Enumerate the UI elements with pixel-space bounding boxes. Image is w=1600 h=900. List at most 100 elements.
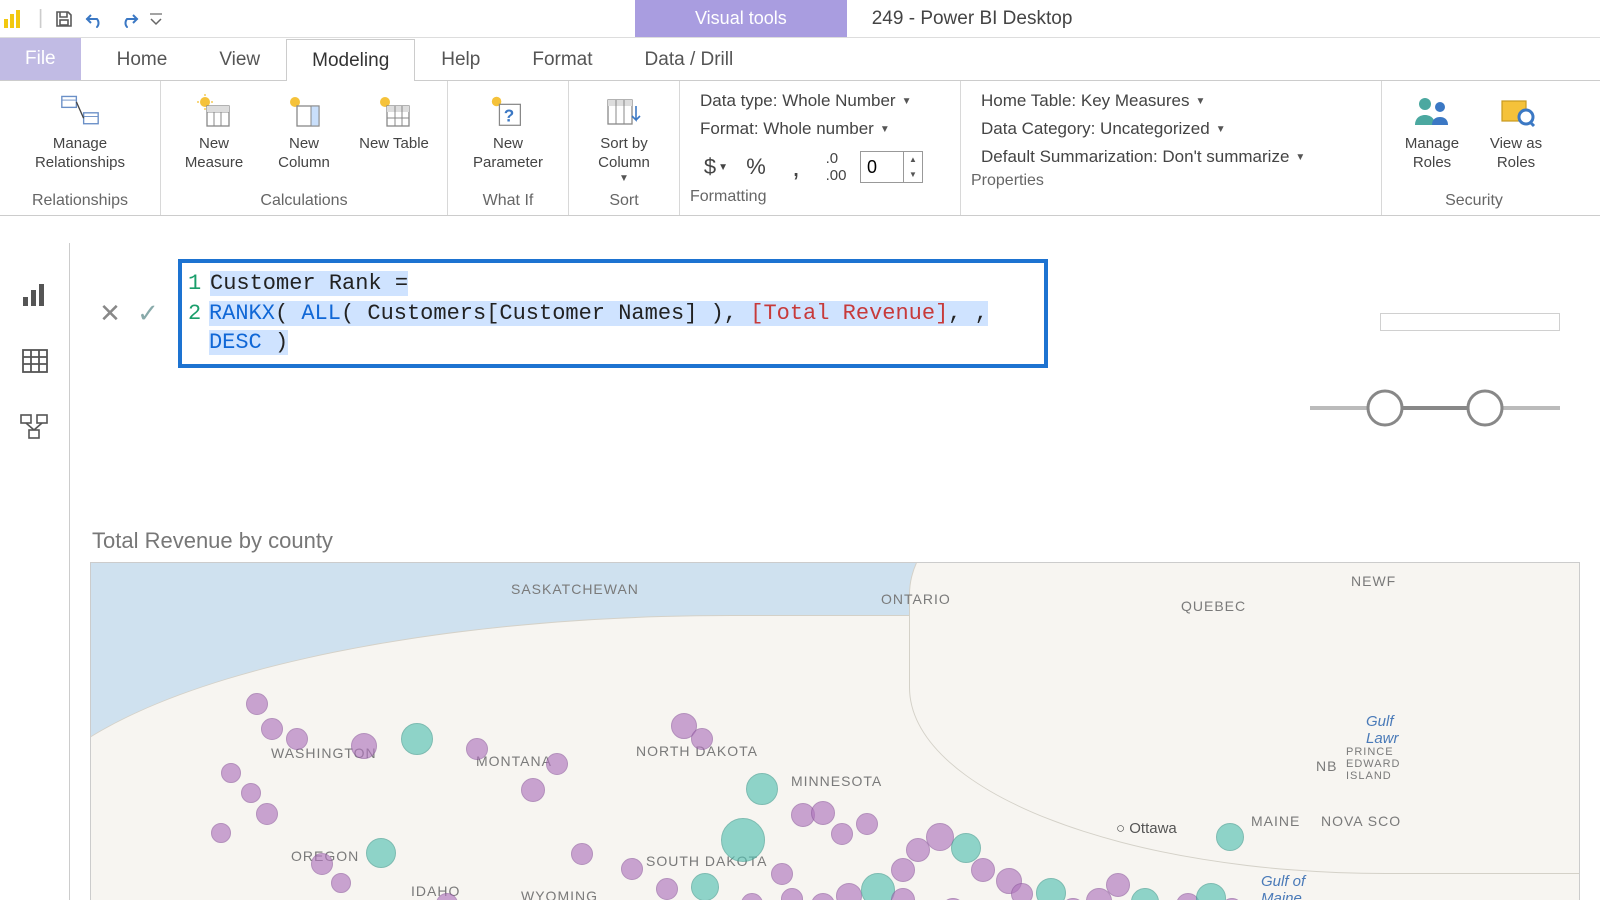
slicer-visual[interactable] <box>1300 373 1570 443</box>
data-category-dropdown[interactable]: Data Category: Uncategorized▼ <box>981 119 1361 139</box>
formula-editor[interactable]: 1 Customer Rank = 2 RANKX( ALL( Customer… <box>178 259 1048 368</box>
sort-icon <box>604 91 644 131</box>
tab-help[interactable]: Help <box>415 38 506 80</box>
map-bubble <box>691 873 719 900</box>
visual-title: Total Revenue by county <box>92 528 1580 554</box>
map-visual[interactable]: SASKATCHEWAN ONTARIO QUEBEC NEWF WASHING… <box>90 562 1580 900</box>
map-bubble <box>246 693 268 715</box>
map-bubble <box>466 738 488 760</box>
chevron-down-icon: ▼ <box>880 124 890 135</box>
formula-bar: ✕ ✓ 1 Customer Rank = 2 RANKX( ALL( Cust… <box>90 259 1580 368</box>
tab-home[interactable]: Home <box>91 38 194 80</box>
group-label-calculations: Calculations <box>260 189 347 213</box>
view-as-roles-button[interactable]: View as Roles <box>1476 87 1556 177</box>
map-label: ONTARIO <box>881 591 951 607</box>
decimal-places-spinner[interactable]: ▲▼ <box>860 151 923 183</box>
map-bubble <box>1036 878 1066 900</box>
map-bubble <box>1106 873 1130 897</box>
formula-text: ( Customers[Customer Names] ) <box>341 301 724 326</box>
app-logo-icon <box>2 8 24 30</box>
map-bubble <box>401 723 433 755</box>
sort-by-column-button[interactable]: Sort by Column ▼ <box>579 87 669 189</box>
formula-commit-button[interactable]: ✓ <box>134 300 162 328</box>
tab-format[interactable]: Format <box>506 38 618 80</box>
group-label-relationships: Relationships <box>32 189 128 213</box>
map-bubble <box>256 803 278 825</box>
data-view-button[interactable] <box>13 339 57 383</box>
formula-text: ) <box>262 330 288 355</box>
qat-customize-button[interactable] <box>145 4 167 34</box>
manage-roles-label: Manage Roles <box>1394 135 1470 173</box>
new-table-button[interactable]: New Table <box>351 87 437 158</box>
data-type-label: Data type: Whole Number <box>700 91 896 111</box>
map-bubble <box>521 778 545 802</box>
workspace: ✕ ✓ 1 Customer Rank = 2 RANKX( ALL( Cust… <box>0 243 1600 900</box>
map-label: PRINCE EDWARD ISLAND <box>1346 746 1416 782</box>
data-type-dropdown[interactable]: Data type: Whole Number▼ <box>700 91 940 111</box>
map-bubble <box>546 753 568 775</box>
document-title: 249 - Power BI Desktop <box>847 0 1600 37</box>
map-bubble <box>1216 823 1244 851</box>
map-label: NB <box>1316 758 1337 774</box>
redo-button[interactable] <box>113 4 143 34</box>
new-column-icon <box>284 91 324 131</box>
new-measure-icon <box>194 91 234 131</box>
map-sea-label: Gulf of Maine <box>1261 873 1331 900</box>
spinner-down[interactable]: ▼ <box>904 167 922 182</box>
map-bubble <box>311 853 333 875</box>
manage-roles-button[interactable]: Manage Roles <box>1392 87 1472 177</box>
map-bubble <box>1011 883 1033 900</box>
ribbon-group-relationships: Manage Relationships Relationships <box>0 81 161 215</box>
new-column-button[interactable]: New Column <box>261 87 347 177</box>
roles-icon <box>1412 91 1452 131</box>
chevron-down-icon: ▼ <box>1196 96 1206 107</box>
relationships-icon <box>60 91 100 131</box>
data-category-label: Data Category: Uncategorized <box>981 119 1210 139</box>
tab-modeling[interactable]: Modeling <box>286 39 415 81</box>
currency-format-button[interactable]: $▼ <box>700 152 732 182</box>
thousands-separator-button[interactable]: , <box>780 152 812 182</box>
home-table-dropdown[interactable]: Home Table: Key Measures▼ <box>981 91 1361 111</box>
formula-function-rankx: RANKX <box>209 301 275 326</box>
format-dropdown[interactable]: Format: Whole number▼ <box>700 119 940 139</box>
undo-button[interactable] <box>81 4 111 34</box>
map-bubble <box>211 823 231 843</box>
map-bubble <box>861 873 895 900</box>
formula-text: , <box>724 301 750 326</box>
formula-function-all: ALL <box>301 301 341 326</box>
tab-view[interactable]: View <box>193 38 286 80</box>
new-measure-button[interactable]: New Measure <box>171 87 257 177</box>
new-measure-label: New Measure <box>173 135 255 173</box>
save-button[interactable] <box>49 4 79 34</box>
new-parameter-button[interactable]: ? New Parameter <box>458 87 558 177</box>
model-view-button[interactable] <box>13 405 57 449</box>
map-bubble <box>351 733 377 759</box>
qat-separator: | <box>34 7 47 30</box>
title-bar: | Visual tools 249 - Power BI Desktop <box>0 0 1600 38</box>
report-view-button[interactable] <box>13 273 57 317</box>
tab-data-drill[interactable]: Data / Drill <box>619 38 760 80</box>
map-bubble <box>831 823 853 845</box>
map-bubble <box>856 813 878 835</box>
formula-cancel-button[interactable]: ✕ <box>96 300 124 328</box>
decimal-icon[interactable]: .0.00 <box>820 152 852 182</box>
line-number: 2 <box>188 299 209 329</box>
default-summarization-dropdown[interactable]: Default Summarization: Don't summarize▼ <box>981 147 1361 167</box>
new-parameter-label: New Parameter <box>460 135 556 173</box>
map-bubble <box>221 763 241 783</box>
map-bubble <box>286 728 308 750</box>
formula-keyword-desc: DESC <box>209 330 262 355</box>
map-bubble <box>241 783 261 803</box>
manage-relationships-button[interactable]: Manage Relationships <box>10 87 150 177</box>
file-tab[interactable]: File <box>0 38 81 80</box>
new-table-label: New Table <box>359 135 429 154</box>
chevron-down-icon: ▼ <box>1295 152 1305 163</box>
map-bubble <box>571 843 593 865</box>
decimal-places-input[interactable] <box>861 157 903 178</box>
map-bubble <box>926 823 954 851</box>
ribbon-group-security: Manage Roles View as Roles Security <box>1382 81 1566 215</box>
report-canvas: ✕ ✓ 1 Customer Rank = 2 RANKX( ALL( Cust… <box>70 243 1600 900</box>
percent-format-button[interactable]: % <box>740 152 772 182</box>
map-label: MONTANA <box>476 753 552 769</box>
spinner-up[interactable]: ▲ <box>904 152 922 167</box>
